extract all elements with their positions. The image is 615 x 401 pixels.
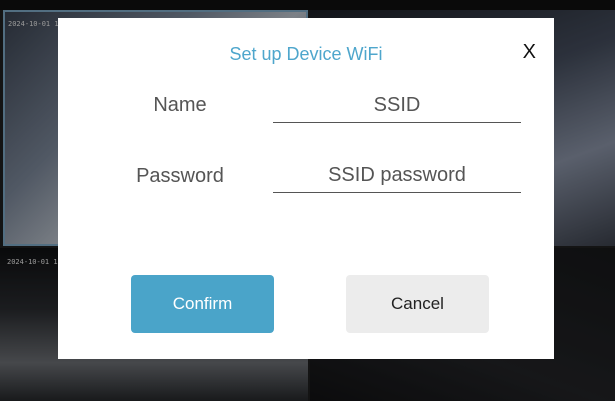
ssid-password-input[interactable] — [273, 158, 521, 193]
name-label: Name — [153, 94, 207, 116]
wifi-setup-dialog: Set up Device WiFi X Name Password Confi… — [58, 18, 554, 359]
close-button[interactable]: X — [523, 42, 536, 62]
ssid-input[interactable] — [273, 88, 521, 123]
password-label: Password — [136, 165, 224, 187]
confirm-button[interactable]: Confirm — [131, 275, 274, 333]
cancel-button[interactable]: Cancel — [346, 275, 489, 333]
dialog-title: Set up Device WiFi — [229, 44, 383, 64]
